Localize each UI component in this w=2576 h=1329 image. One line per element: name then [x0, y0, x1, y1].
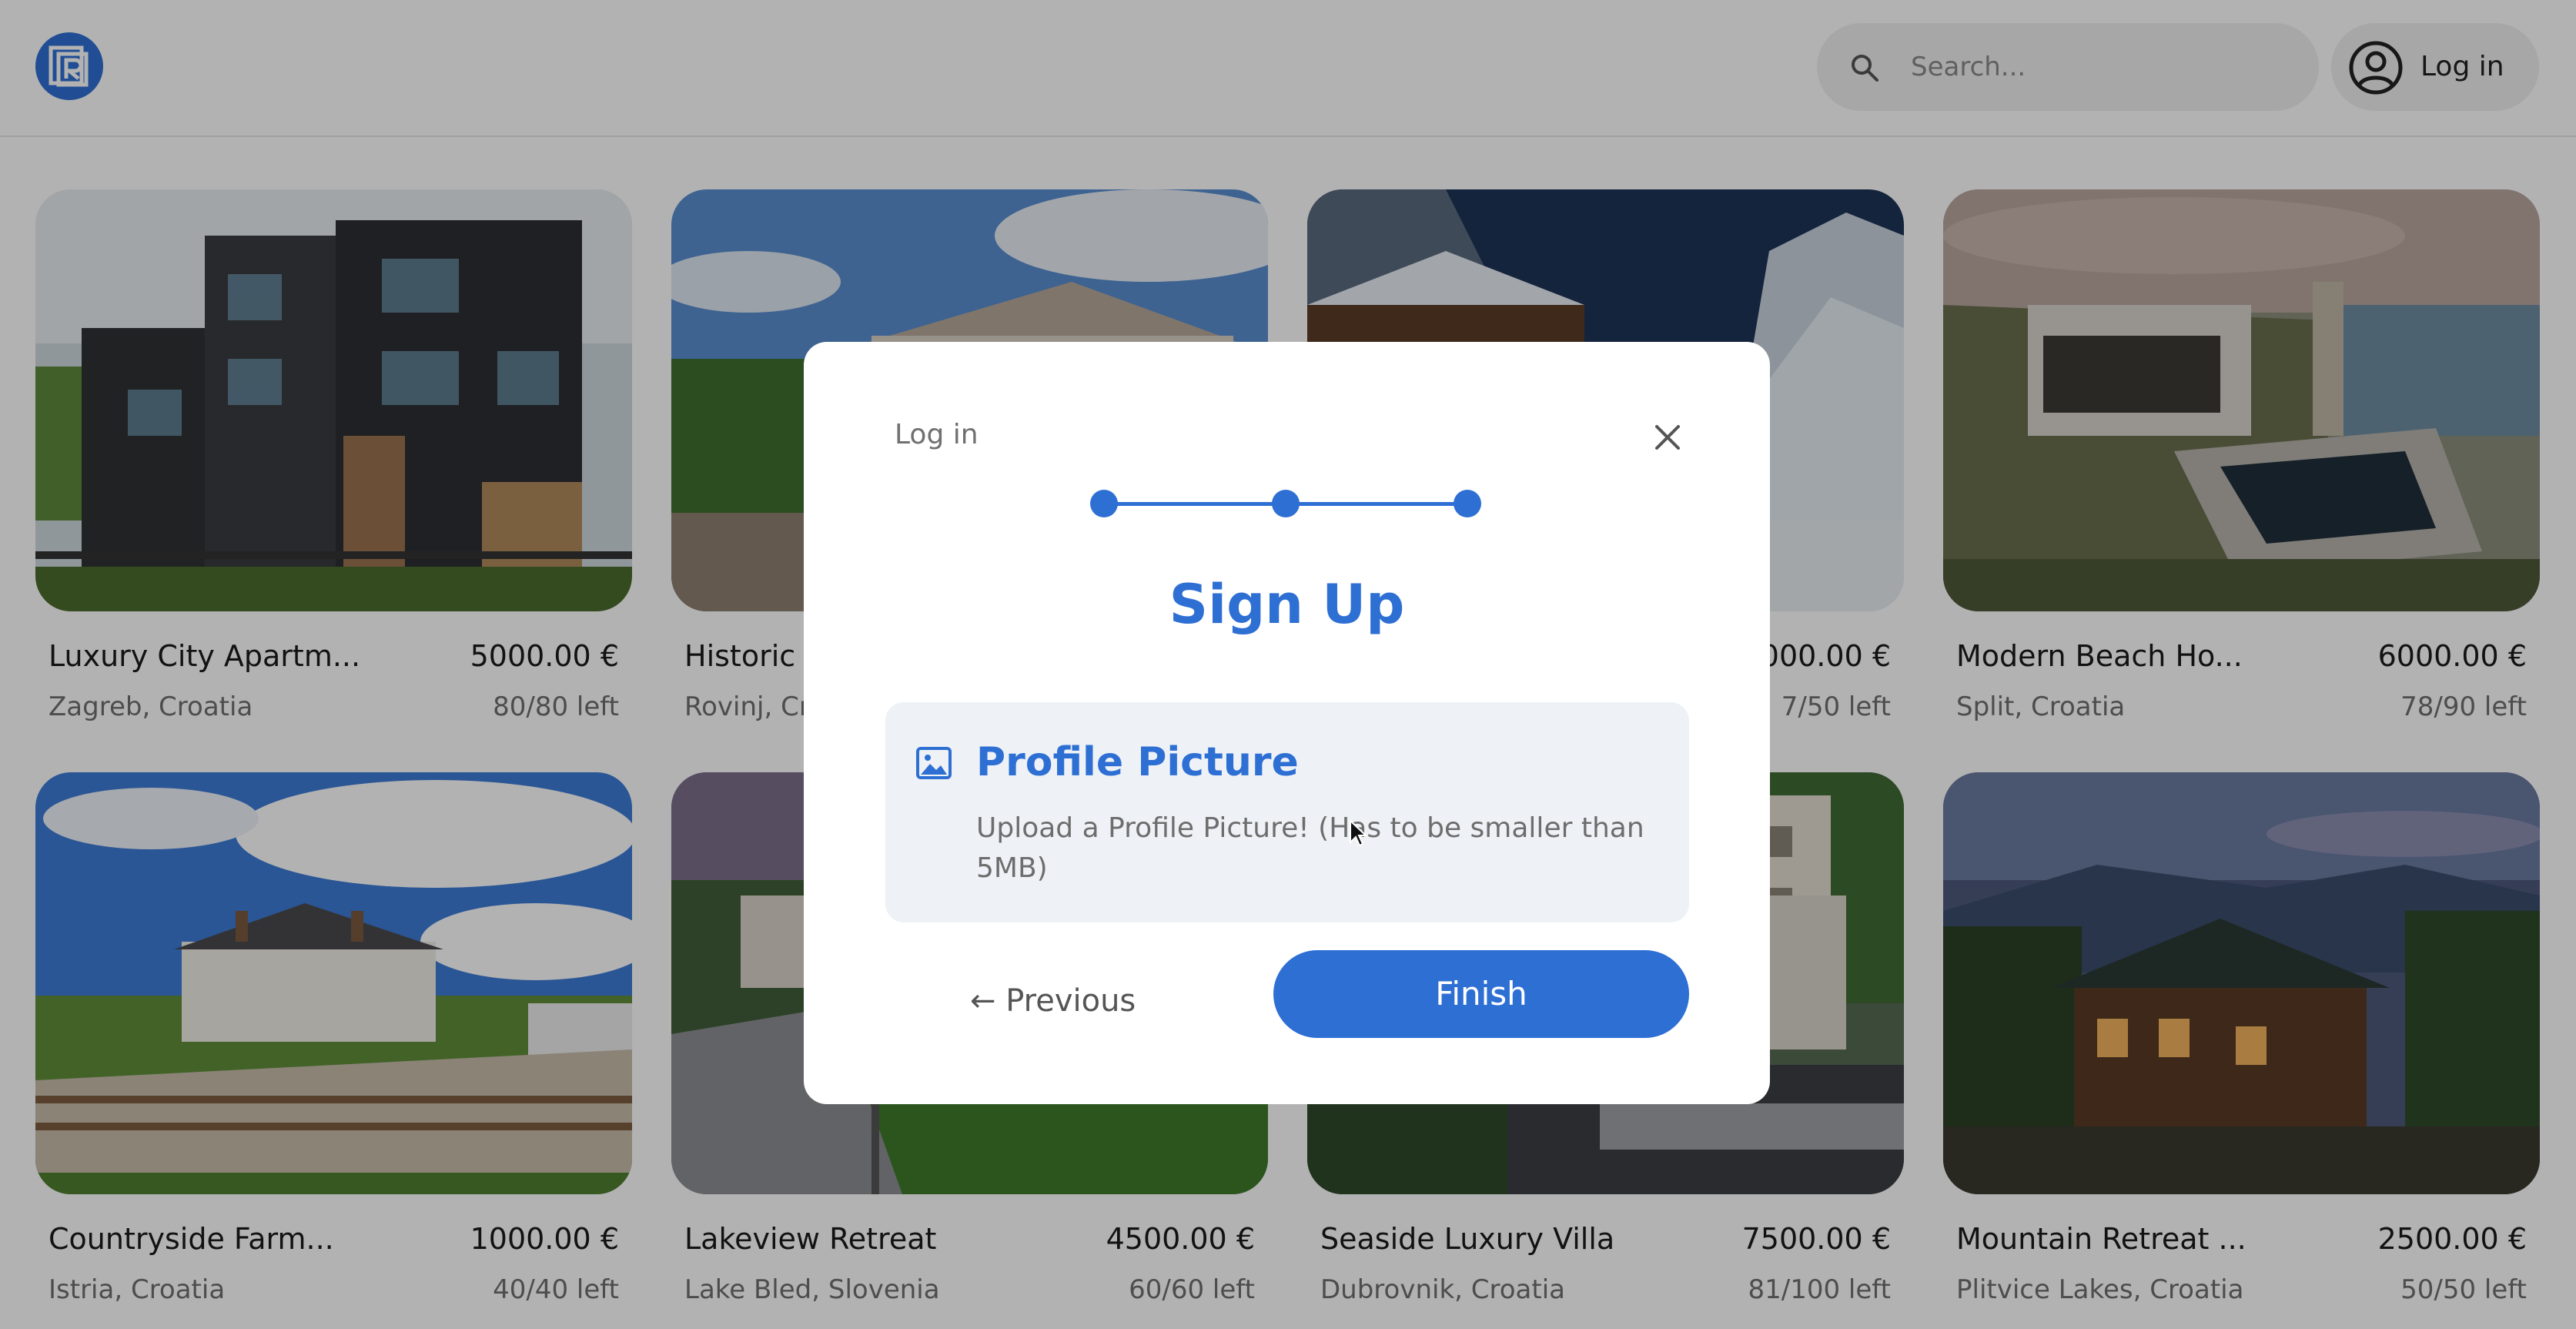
step-dot [1454, 490, 1481, 517]
modal-heading: Sign Up [1169, 573, 1405, 636]
mouse-cursor-icon [1350, 819, 1367, 847]
modal-title: Log in [895, 419, 979, 450]
profile-picture-upload[interactable]: Profile Picture Upload a Profile Picture… [885, 702, 1689, 922]
progress-stepper [1089, 488, 1481, 519]
section-description: Upload a Profile Picture! (Has to be sma… [976, 812, 1644, 884]
close-icon[interactable] [1649, 419, 1686, 456]
step-dot [1272, 490, 1300, 517]
finish-button[interactable]: Finish [1273, 950, 1689, 1038]
section-title: Profile Picture [976, 739, 1299, 785]
signup-modal: Log in Sign Up Profile Picture Upload a … [804, 342, 1770, 1104]
step-dot [1090, 490, 1118, 517]
previous-button[interactable]: ← Previous [970, 958, 1170, 1044]
image-icon [916, 747, 952, 779]
